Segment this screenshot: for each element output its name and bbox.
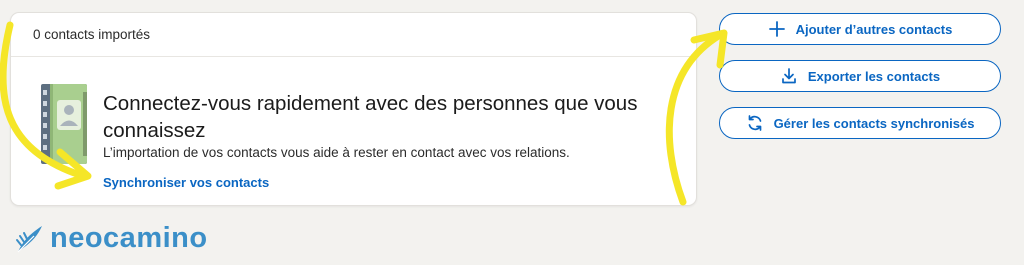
imported-count: 0 contacts importés — [33, 27, 151, 42]
neocamino-logo: neocamino — [14, 222, 208, 255]
sync-contacts-link[interactable]: Synchroniser vos contacts — [103, 175, 269, 190]
plus-icon — [768, 20, 786, 38]
card-body: Connectez-vous rapidement avec des perso… — [11, 57, 696, 205]
address-book-icon — [41, 84, 87, 164]
sync-icon — [746, 114, 764, 132]
logo-text: neocamino — [50, 222, 208, 254]
page: 0 contacts importés Connectez-vous rapid… — [0, 0, 1024, 265]
feather-icon — [16, 225, 42, 252]
card-title: Connectez-vous rapidement avec des perso… — [103, 92, 638, 142]
add-contacts-label: Ajouter d’autres contacts — [795, 21, 953, 37]
contacts-card: 0 contacts importés Connectez-vous rapid… — [10, 12, 697, 206]
card-header: 0 contacts importés — [11, 13, 696, 57]
card-subtitle: L’importation de vos contacts vous aide … — [103, 145, 570, 160]
export-contacts-button[interactable]: Exporter les contacts — [719, 60, 1001, 92]
arrow-to-add-button-head — [690, 29, 728, 69]
export-contacts-label: Exporter les contacts — [807, 68, 941, 84]
add-contacts-button[interactable]: Ajouter d’autres contacts — [719, 13, 1001, 45]
download-icon — [780, 67, 798, 85]
manage-synced-contacts-label: Gérer les contacts synchronisés — [773, 115, 975, 131]
manage-synced-contacts-button[interactable]: Gérer les contacts synchronisés — [719, 107, 1001, 139]
